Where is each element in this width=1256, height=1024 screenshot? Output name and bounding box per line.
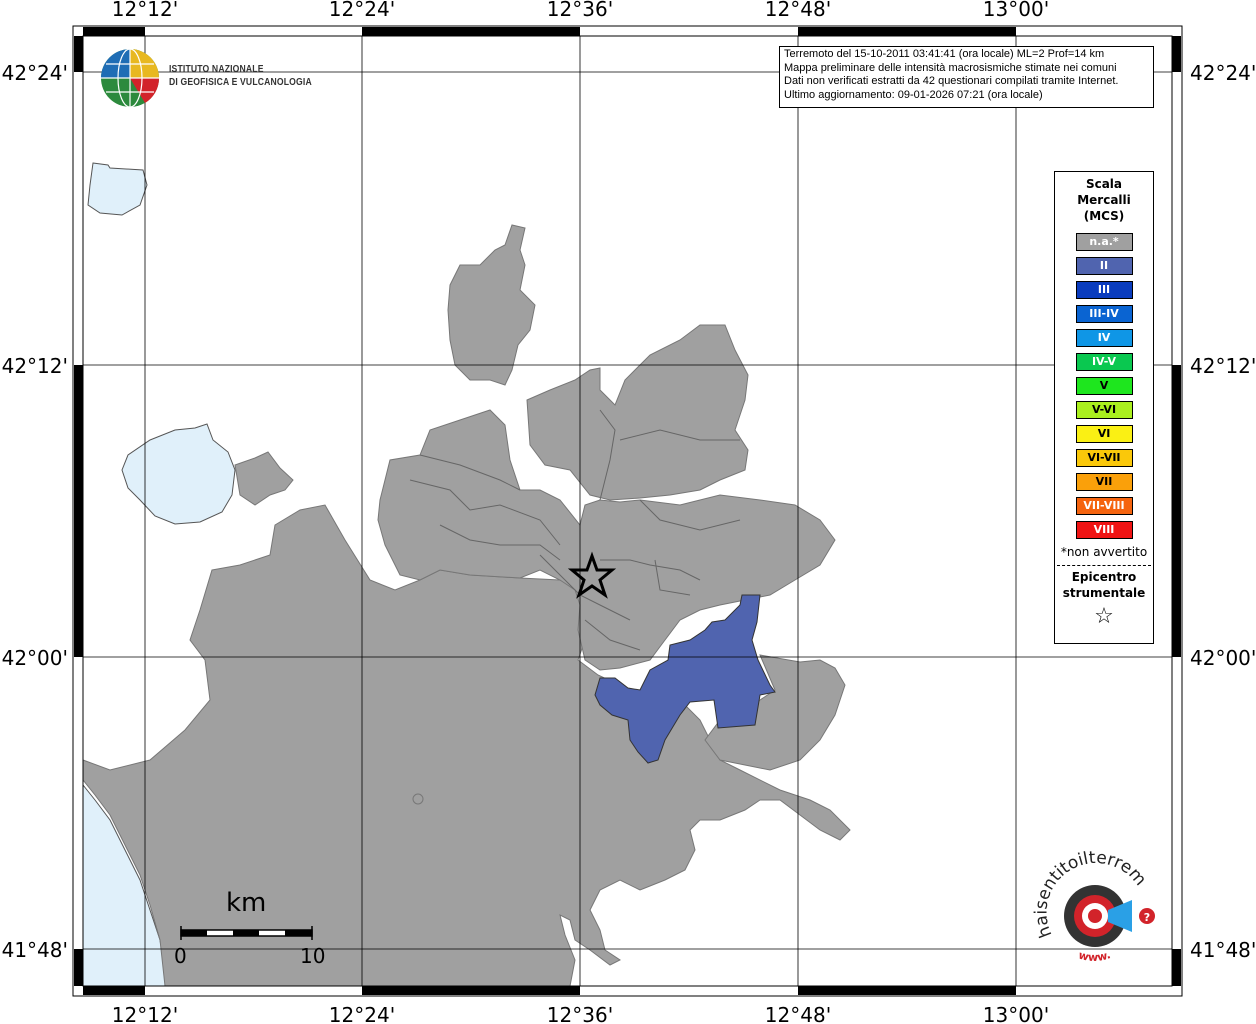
lon-label: 12°12' (112, 1003, 178, 1024)
legend-epicenter-line: Epicentro (1071, 570, 1137, 584)
legend-title: Scala Mercalli (MCS) (1055, 176, 1153, 224)
info-line: Dati non verificati estratti da 42 quest… (784, 75, 1119, 87)
logo-line-2: DI GEOFISICA E VULCANOLOGIA (169, 75, 312, 88)
legend-swatch: VIII (1075, 521, 1133, 539)
legend-swatch: VII-VIII (1075, 497, 1133, 515)
lon-labels-bottom: 12°12' 12°24' 12°36' 12°48' 13°00' (112, 1003, 1049, 1024)
lat-labels-left: 42°24' 42°12' 42°00' 41°48' (2, 61, 68, 962)
logo-line-1: ISTITUTO NAZIONALE (169, 63, 264, 75)
lon-label: 12°36' (547, 1003, 613, 1024)
lon-labels-top: 12°12' 12°24' 12°36' 12°48' 13°00' (112, 0, 1049, 21)
info-line: Ultimo aggiornamento: 09-01-2026 07:21 (… (784, 88, 1043, 101)
legend-separator (1057, 565, 1151, 566)
scale-start: 0 (174, 944, 187, 968)
lon-label: 13°00' (983, 0, 1049, 21)
ingv-globe-logo (101, 48, 160, 108)
lat-label: 41°48' (2, 938, 68, 962)
lon-label: 13°00' (983, 1003, 1049, 1024)
legend-swatch: IV-V (1075, 353, 1133, 371)
info-line: Mappa preliminare delle intensità macros… (784, 61, 1117, 74)
legend-star-icon: ☆ (1094, 604, 1114, 629)
lon-label: 12°48' (765, 0, 831, 21)
legend-epicenter-label: Epicentro strumentale (1055, 569, 1153, 601)
lat-label: 42°12' (1190, 354, 1256, 378)
lat-label: 42°24' (2, 61, 68, 85)
lat-label: 42°00' (2, 646, 68, 670)
mcs-legend: Scala Mercalli (MCS) n.a.* II III III-IV IV I… (1054, 171, 1154, 644)
earthquake-info-box: Terremoto del 15-10-2011 03:41:41 (ora l… (779, 46, 1154, 108)
lon-label: 12°48' (765, 1003, 831, 1024)
legend-swatch: n.a.* (1075, 233, 1133, 251)
lat-label: 42°12' (2, 354, 68, 378)
ingv-logo-text: ISTITUTO NAZIONALE DI GEOFISICA E VULCAN… (169, 63, 312, 88)
legend-swatch: III-IV (1075, 305, 1133, 323)
legend-swatch: V-VI (1075, 401, 1133, 419)
legend-swatch: VI (1075, 425, 1133, 443)
lon-label: 12°24' (329, 1003, 395, 1024)
scale-unit: km (226, 888, 267, 918)
lon-label: 12°24' (329, 0, 395, 21)
lat-label: 42°00' (1190, 646, 1256, 670)
lat-label: 41°48' (1190, 938, 1256, 962)
scale-end: 10 (300, 944, 326, 968)
legend-title-line: (MCS) (1083, 209, 1125, 223)
lon-label: 12°12' (112, 0, 178, 21)
lat-labels-right: 42°24' 42°12' 42°00' 41°48' (1190, 61, 1256, 962)
legend-swatch: III (1075, 281, 1133, 299)
lon-label: 12°36' (547, 0, 613, 21)
legend-title-line: Mercalli (1077, 193, 1131, 207)
lat-label: 42°24' (1190, 61, 1256, 85)
legend-epicenter-line: strumentale (1062, 586, 1146, 600)
info-line: Terremoto del 15-10-2011 03:41:41 (ora l… (784, 48, 1105, 60)
svg-text:?: ? (1144, 911, 1150, 924)
legend-swatch: VI-VII (1075, 449, 1133, 467)
legend-note: *non avvertito (1060, 545, 1148, 559)
legend-swatch: V (1075, 377, 1133, 395)
legend-swatch: IV (1075, 329, 1133, 347)
legend-items: n.a.* II III III-IV IV IV-V V V-VI VI VI-VII VII VI… (1055, 233, 1153, 539)
legend-title-line: Scala (1085, 177, 1123, 191)
legend-swatch: II (1075, 257, 1133, 275)
legend-swatch: VII (1075, 473, 1133, 491)
